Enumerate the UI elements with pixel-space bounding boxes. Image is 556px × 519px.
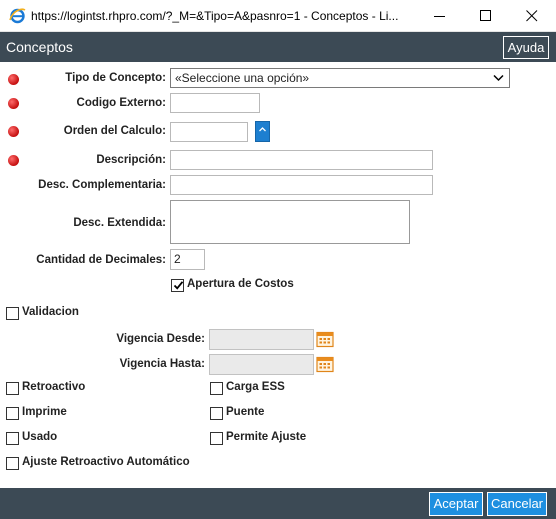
- usado-label: Usado: [22, 431, 58, 443]
- chevron-down-icon: [493, 74, 504, 82]
- dialog-footer: Aceptar Cancelar: [0, 488, 556, 519]
- ajuste-retroactivo-checkbox[interactable]: [6, 457, 19, 470]
- cantidad-decimales-input[interactable]: 2: [170, 249, 205, 270]
- tipo-concepto-select[interactable]: «Seleccione una opción»: [170, 68, 510, 88]
- calendar-icon[interactable]: [316, 355, 334, 373]
- permite-ajuste-checkbox[interactable]: [210, 432, 223, 445]
- minimize-icon: [434, 16, 445, 17]
- tipo-concepto-value: «Seleccione una opción»: [175, 71, 310, 85]
- retroactivo-label: Retroactivo: [22, 381, 86, 393]
- apertura-costos-checkbox[interactable]: [171, 279, 184, 292]
- orden-calculo-input[interactable]: [170, 122, 248, 142]
- usado-checkbox[interactable]: [6, 432, 19, 445]
- desc-complementaria-input[interactable]: [170, 175, 433, 195]
- required-indicator: [8, 155, 19, 166]
- required-indicator: [8, 74, 19, 85]
- maximize-button[interactable]: [463, 0, 509, 32]
- carga-ess-label: Carga ESS: [226, 381, 285, 393]
- imprime-label: Imprime: [22, 406, 67, 418]
- desc-complementaria-label: Desc. Complementaria:: [38, 179, 166, 191]
- chevron-up-icon: [259, 127, 266, 132]
- window-titlebar: https://logintst.rhpro.com/?_M=&Tipo=A&p…: [0, 0, 556, 32]
- validacion-label: Validacion: [22, 306, 79, 318]
- descripcion-label: Descripción:: [96, 154, 166, 166]
- window-title: https://logintst.rhpro.com/?_M=&Tipo=A&p…: [31, 9, 399, 23]
- minimize-button[interactable]: [417, 0, 463, 32]
- ajuste-retroactivo-label: Ajuste Retroactivo Automático: [22, 456, 190, 468]
- codigo-externo-input[interactable]: [170, 93, 260, 113]
- codigo-externo-label: Codigo Externo:: [76, 97, 166, 109]
- calendar-icon[interactable]: [316, 330, 334, 348]
- orden-calculo-label: Orden del Calculo:: [63, 125, 166, 137]
- permite-ajuste-label: Permite Ajuste: [226, 431, 307, 443]
- puente-label: Puente: [226, 406, 265, 418]
- tipo-concepto-label: Tipo de Concepto:: [65, 72, 166, 84]
- app-header: Conceptos Ayuda: [0, 32, 556, 62]
- maximize-icon: [480, 10, 491, 21]
- carga-ess-checkbox[interactable]: [210, 382, 223, 395]
- page-title: Conceptos: [6, 39, 73, 55]
- checkmark-icon: [173, 281, 184, 290]
- vigencia-hasta-label: Vigencia Hasta:: [119, 358, 205, 370]
- retroactivo-checkbox[interactable]: [6, 382, 19, 395]
- validacion-checkbox[interactable]: [6, 307, 19, 320]
- cantidad-decimales-label: Cantidad de Decimales:: [36, 254, 166, 266]
- puente-checkbox[interactable]: [210, 407, 223, 420]
- concept-form: Tipo de Concepto: «Seleccione una opción…: [0, 62, 556, 488]
- required-indicator: [8, 98, 19, 109]
- vigencia-hasta-input[interactable]: [209, 354, 314, 375]
- orden-calculo-spin-button[interactable]: [255, 121, 270, 142]
- apertura-costos-label: Apertura de Costos: [187, 278, 294, 290]
- descripcion-input[interactable]: [170, 150, 433, 170]
- imprime-checkbox[interactable]: [6, 407, 19, 420]
- vigencia-desde-label: Vigencia Desde:: [116, 333, 205, 345]
- ie-icon: [9, 7, 26, 24]
- required-indicator: [8, 126, 19, 137]
- close-button[interactable]: [509, 0, 555, 32]
- desc-extendida-textarea[interactable]: [170, 200, 410, 244]
- desc-extendida-label: Desc. Extendida:: [73, 217, 166, 229]
- cancel-button[interactable]: Cancelar: [487, 492, 547, 516]
- close-icon: [526, 10, 538, 22]
- vigencia-desde-input[interactable]: [209, 329, 314, 350]
- accept-button[interactable]: Aceptar: [429, 492, 483, 516]
- help-button[interactable]: Ayuda: [503, 36, 549, 59]
